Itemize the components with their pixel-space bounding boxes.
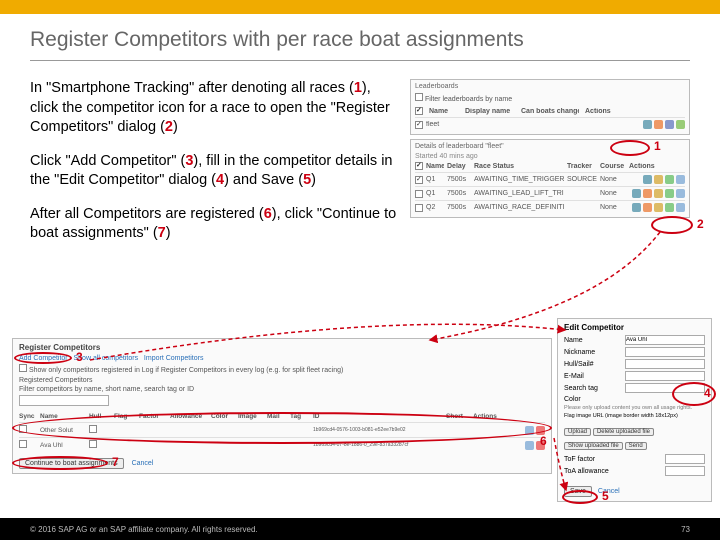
cancel-link[interactable]: Cancel bbox=[132, 460, 154, 467]
callout-circle-2 bbox=[651, 216, 693, 234]
accent-bar bbox=[0, 0, 720, 14]
send-button[interactable]: Send bbox=[625, 442, 647, 450]
action-icon[interactable] bbox=[676, 120, 685, 129]
competitor-icon[interactable] bbox=[643, 120, 652, 129]
paragraph-2: Click "Add Competitor" (3), fill in the … bbox=[30, 152, 400, 191]
show-button[interactable]: Show uploaded file bbox=[564, 442, 623, 450]
row-checkbox[interactable] bbox=[415, 121, 423, 129]
register-competitors-dialog: Register Competitors Add Competitor Show… bbox=[12, 338, 552, 474]
filter-input[interactable] bbox=[19, 395, 109, 406]
callout-circle-7 bbox=[12, 456, 108, 470]
action-icon[interactable] bbox=[665, 120, 674, 129]
nickname-input[interactable] bbox=[625, 347, 705, 357]
email-input[interactable] bbox=[625, 371, 705, 381]
show-all-link[interactable]: Show all competitors bbox=[73, 355, 138, 362]
callout-circle-3 bbox=[14, 352, 72, 364]
page-number: 73 bbox=[681, 525, 690, 534]
tof-input[interactable] bbox=[665, 454, 705, 464]
dialog-title: Edit Competitor bbox=[564, 323, 705, 332]
filter-checkbox[interactable] bbox=[415, 93, 423, 101]
callout-4: 4 bbox=[704, 386, 711, 400]
callout-6: 6 bbox=[540, 434, 547, 448]
page-title: Register Competitors with per race boat … bbox=[30, 28, 690, 52]
action-icon[interactable] bbox=[654, 120, 663, 129]
callout-circle-1 bbox=[610, 140, 650, 156]
toa-input[interactable] bbox=[665, 466, 705, 476]
hull-input[interactable] bbox=[625, 359, 705, 369]
delete-button[interactable]: Delete uploaded file bbox=[593, 428, 654, 436]
callout-3: 3 bbox=[76, 350, 83, 364]
footer: © 2016 SAP AG or an SAP affiliate compan… bbox=[0, 518, 720, 540]
callout-7: 7 bbox=[112, 455, 119, 469]
paragraph-3: After all Competitors are registered (6)… bbox=[30, 205, 400, 244]
race-row: Q1 7500s AWAITING_TIME_TRIGGER SOURCE No… bbox=[415, 172, 685, 186]
body-text: In "Smartphone Tracking" after denoting … bbox=[30, 79, 400, 258]
dialog-title: Register Competitors bbox=[19, 343, 545, 352]
race-competitor-icon[interactable] bbox=[643, 175, 652, 184]
race-row: Q2 7500s AWAITING_RACE_DEFINITION None bbox=[415, 200, 685, 214]
callout-circle-6 bbox=[12, 412, 552, 444]
edit-competitor-dialog: Edit Competitor Name Nickname Hull/Sail#… bbox=[557, 318, 712, 502]
callout-1: 1 bbox=[654, 139, 661, 153]
copyright: © 2016 SAP AG or an SAP affiliate compan… bbox=[30, 525, 258, 534]
filter-races-checkbox[interactable] bbox=[19, 364, 27, 372]
name-input[interactable] bbox=[625, 335, 705, 345]
callout-circle-5 bbox=[562, 490, 598, 504]
callout-5: 5 bbox=[602, 489, 609, 503]
divider bbox=[30, 60, 690, 61]
race-row: Q1 7500s AWAITING_LEAD_LIFT_TRIGGER None bbox=[415, 186, 685, 200]
paragraph-1: In "Smartphone Tracking" after denoting … bbox=[30, 79, 400, 138]
import-link[interactable]: Import Competitors bbox=[144, 355, 204, 362]
panel-title: Leaderboards bbox=[415, 83, 685, 90]
leaderboards-panel: Leaderboards Filter leaderboards by name… bbox=[410, 79, 690, 135]
upload-button[interactable]: Upload bbox=[564, 428, 591, 436]
select-all[interactable] bbox=[415, 107, 423, 115]
callout-2: 2 bbox=[697, 217, 704, 231]
